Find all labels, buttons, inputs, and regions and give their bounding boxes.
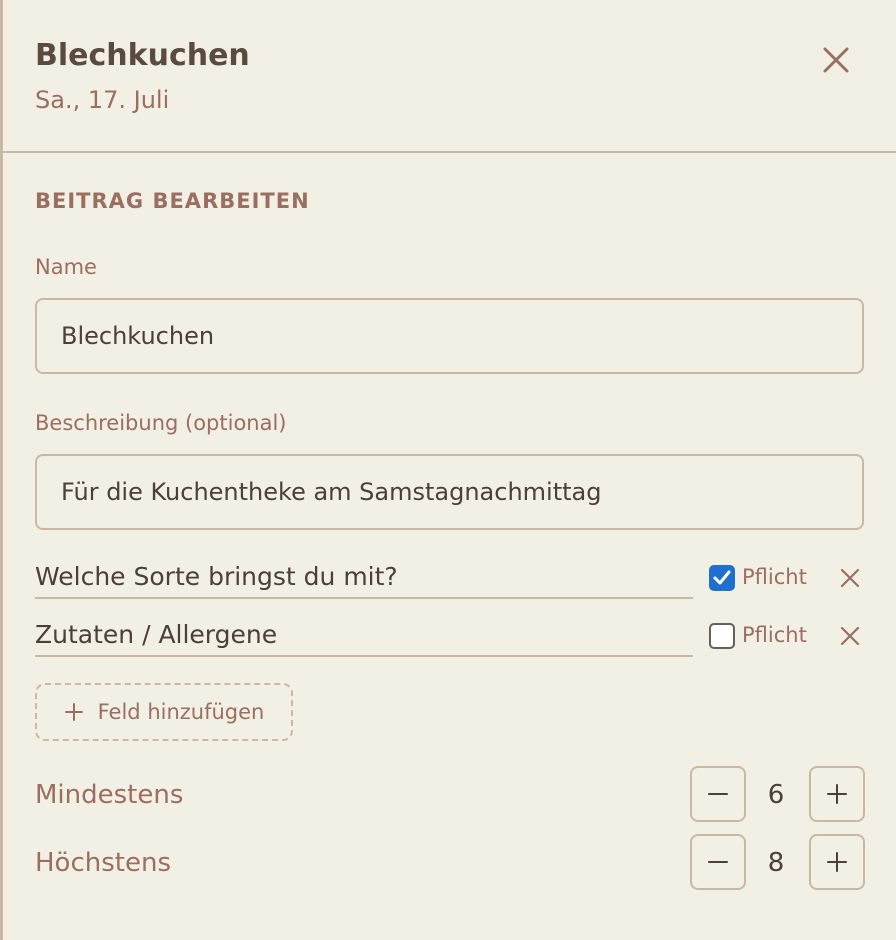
max-increment-button[interactable]: [809, 834, 865, 890]
minus-icon: [708, 861, 728, 863]
panel-header: Blechkuchen Sa., 17. Juli: [3, 0, 896, 153]
section-title: BEITRAG BEARBEITEN: [35, 189, 310, 213]
name-label: Name: [35, 255, 97, 279]
close-icon: [840, 568, 860, 588]
plus-icon: [827, 784, 847, 804]
description-input[interactable]: [35, 454, 864, 530]
edit-panel: Blechkuchen Sa., 17. Juli BEITRAG BEARBE…: [0, 0, 896, 940]
required-checkbox[interactable]: [709, 565, 735, 591]
close-button[interactable]: [818, 42, 854, 78]
max-value: 8: [767, 848, 785, 878]
custom-field-row: Zutaten / Allergene Pflicht: [35, 615, 865, 659]
add-field-button[interactable]: Feld hinzufügen: [35, 683, 293, 741]
close-icon: [823, 47, 849, 73]
checkmark-icon: [713, 570, 731, 585]
description-label: Beschreibung (optional): [35, 411, 287, 435]
custom-field-row: Welche Sorte bringst du mit? Pflicht: [35, 557, 865, 601]
required-label: Pflicht: [742, 623, 807, 647]
custom-field-input[interactable]: Welche Sorte bringst du mit?: [35, 557, 693, 599]
close-icon: [840, 626, 860, 646]
panel-title: Blechkuchen: [35, 38, 250, 73]
remove-field-button[interactable]: [835, 621, 865, 651]
max-decrement-button[interactable]: [690, 834, 746, 890]
min-label: Mindestens: [35, 780, 184, 810]
name-input[interactable]: [35, 298, 864, 374]
min-decrement-button[interactable]: [690, 766, 746, 822]
min-increment-button[interactable]: [809, 766, 865, 822]
minus-icon: [708, 793, 728, 795]
max-label: Höchstens: [35, 848, 171, 878]
custom-field-input[interactable]: Zutaten / Allergene: [35, 615, 693, 657]
remove-field-button[interactable]: [835, 563, 865, 593]
plus-icon: [64, 703, 83, 721]
min-value: 6: [767, 780, 785, 810]
required-checkbox[interactable]: [709, 623, 735, 649]
required-label: Pflicht: [742, 565, 807, 589]
add-field-label: Feld hinzufügen: [97, 700, 265, 724]
plus-icon: [827, 852, 847, 872]
panel-date: Sa., 17. Juli: [35, 86, 170, 114]
